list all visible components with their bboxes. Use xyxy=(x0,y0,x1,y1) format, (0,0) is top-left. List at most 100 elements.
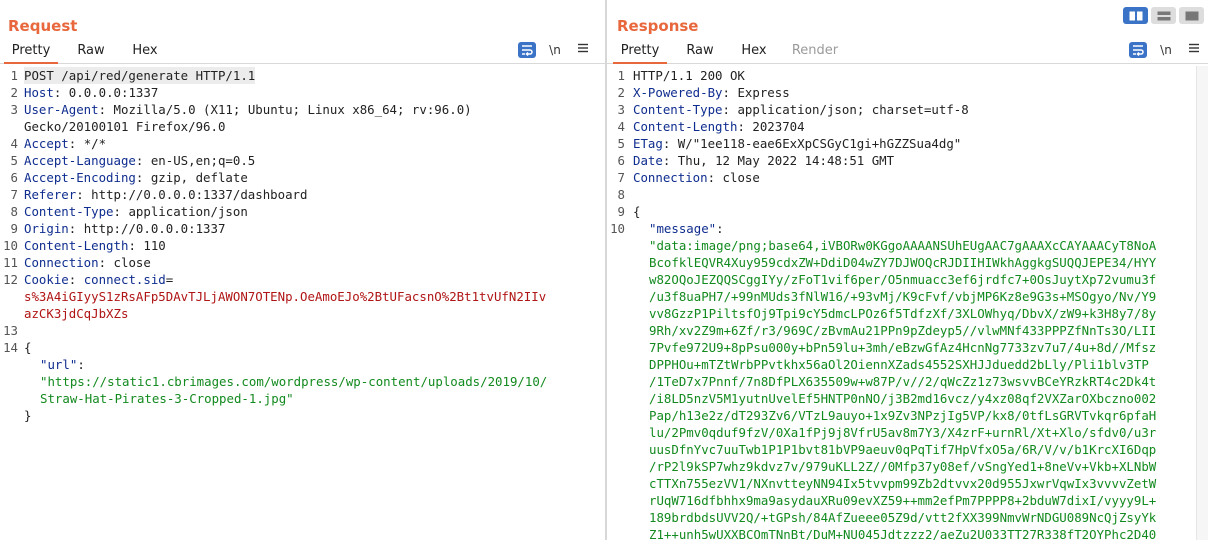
base64-image-data: /i8LD5nzV5M1yutnUvelEf5HNTP0nNO/j3B2md16… xyxy=(649,391,1157,406)
code-line: Accept: */* xyxy=(24,135,106,152)
code-line: Origin: http://0.0.0.0:1337 xyxy=(24,220,225,237)
base64-image-data: DPPHOu+mTZtWrbPPvtkhx56aOl2OiennXZads455… xyxy=(649,357,1149,372)
response-tab-pretty[interactable]: Pretty xyxy=(613,38,667,64)
header-name: X-Powered-By xyxy=(633,85,723,100)
header-value: Thu, 12 May 2022 14:48:51 GMT xyxy=(670,153,895,168)
code-line: Content-Type: application/json xyxy=(24,203,248,220)
base64-image-data: 9Rh/xv2Z9m+6Zf/r3/969C/zBvmAu21PPn9pZdey… xyxy=(649,323,1157,338)
request-editor[interactable]: 1 POST /api/red/generate HTTP/1.1 2 Host: 0… xyxy=(0,66,605,540)
code-line: Connection: close xyxy=(633,169,760,186)
base64-image-data: rUqW716dfbhhx9ma9asydauXRu09evXZ59++mm2e… xyxy=(649,493,1157,508)
code-line: Referer: http://0.0.0.0:1337/dashboard xyxy=(24,186,307,203)
base64-image-data: /1TeD7x7Pnnf/7n8DfPLX635509w+w87P/v//2/q… xyxy=(649,374,1157,389)
line-number: 1 xyxy=(10,68,18,83)
header-name: Content-Length xyxy=(633,119,738,134)
response-menu-button[interactable] xyxy=(1185,42,1203,58)
code-line: POST /api/red/generate HTTP/1.1 xyxy=(24,67,256,84)
code-line: /u3f8uaPH7/+99nMUds3fNlW16/+93vMj/K9cFvf… xyxy=(649,288,1156,305)
response-newline-toggle-button[interactable]: \n xyxy=(1157,42,1175,58)
code-line: } xyxy=(24,407,31,424)
base64-image-data: 189brdbdsUVV2Q/+tGPsh/84AfZueee05Z9d/vtt… xyxy=(649,510,1157,525)
code-line: Cookie: connect.sid= xyxy=(24,271,173,288)
line-number: 14 xyxy=(3,340,18,355)
code-line: BcofklEQVR4Xuy959cdxZW+DdiD04wZY7DJWOQcR… xyxy=(649,254,1156,271)
header-value: Mozilla/5.0 (X11; Ubuntu; Linux x86_64; … xyxy=(106,102,472,117)
code-line: w82OQoJEZQQSCggIYy/zFoT1vif6per/O5nmuacc… xyxy=(649,271,1156,288)
response-tab-raw[interactable]: Raw xyxy=(679,38,721,64)
response-wrap-lines-button[interactable] xyxy=(1129,42,1147,58)
line-number: 4 xyxy=(10,136,18,151)
response-title: Response xyxy=(617,17,699,35)
header-value: gzip, deflate xyxy=(143,170,248,185)
layout-side-by-side-button[interactable] xyxy=(1123,7,1148,24)
layout-stacked-button[interactable] xyxy=(1151,7,1176,24)
header-value: application/json; charset=utf-8 xyxy=(730,102,969,117)
header-value-wrap: Gecko/20100101 Firefox/96.0 xyxy=(24,119,226,134)
response-scrollbar[interactable] xyxy=(1196,66,1208,540)
header-colon: : xyxy=(737,119,745,134)
base64-image-data: Pap/h13e2z/dT293Zv6/VTzL9auyo+1x9Zv3NPzj… xyxy=(649,408,1157,423)
request-tab-hex[interactable]: Hex xyxy=(124,38,166,64)
header-colon: : xyxy=(722,85,730,100)
header-name: Content-Type xyxy=(24,204,114,219)
request-tab-raw[interactable]: Raw xyxy=(70,38,112,64)
base64-image-data: w82OQoJEZQQSCggIYy/zFoT1vif6per/O5nmuacc… xyxy=(649,272,1157,287)
layout-tabs-button[interactable] xyxy=(1179,7,1204,24)
code-line: Content-Length: 110 xyxy=(24,237,166,254)
wrap-lines-icon xyxy=(1133,45,1144,57)
hamburger-menu-icon xyxy=(578,43,588,53)
code-line: { xyxy=(24,339,31,356)
header-value: */* xyxy=(76,136,107,151)
header-name: User-Agent xyxy=(24,102,99,117)
code-line: ETag: W/"1ee118-eae6ExXpCSGyC1gi+hGZZSua… xyxy=(633,135,961,152)
wrap-lines-button[interactable] xyxy=(518,42,536,58)
code-line: Z1++unh5wUXXBCOmTNnBt/DuM+NU045Jdtzzz2/a… xyxy=(649,526,1156,540)
base64-image-data: "data:image/png;base64,iVBORw0KGgoAAAANS… xyxy=(649,238,1157,253)
response-tab-hex[interactable]: Hex xyxy=(733,38,775,64)
request-pane: Request Pretty Raw Hex \n 1 POST /api/red… xyxy=(0,0,605,540)
code-line: 189brdbdsUVV2Q/+tGPsh/84AfZueee05Z9d/vtt… xyxy=(649,509,1156,526)
wrap-lines-icon xyxy=(522,45,533,57)
request-menu-button[interactable] xyxy=(574,42,592,58)
code-line: Accept-Language: en-US,en;q=0.5 xyxy=(24,152,255,169)
code-line: X-Powered-By: Express xyxy=(633,84,790,101)
code-line: Host: 0.0.0.0:1337 xyxy=(24,84,158,101)
line-number: 2 xyxy=(617,85,625,100)
response-editor[interactable]: 1 HTTP/1.1 200 OK 2 X-Powered-By: Express 3 C… xyxy=(607,66,1208,540)
base64-image-data: 7Pvfe972U9+8pPsu000y+bPn59lu+3mh/eBzwGfA… xyxy=(649,340,1157,355)
json-url-value: "https://static1.cbrimages.com/wordpress… xyxy=(40,374,548,389)
json-open-brace: { xyxy=(24,340,32,355)
code-line: "url": xyxy=(40,356,85,373)
newline-toggle-button[interactable]: \n xyxy=(546,42,564,58)
rows-icon xyxy=(1157,11,1170,20)
code-line: cTTXn755ezVV1/NXnvtteyNN94Ix5tvvpm99Zb2d… xyxy=(649,475,1156,492)
code-line: azCK3jdCqJbXZs xyxy=(24,305,128,322)
base64-image-data: Z1++unh5wUXXBCOmTNnBt/DuM+NU045Jdtzzz2/a… xyxy=(649,527,1157,540)
line-number: 12 xyxy=(3,272,18,287)
code-line: Connection: close xyxy=(24,254,151,271)
code-line: User-Agent: Mozilla/5.0 (X11; Ubuntu; Li… xyxy=(24,101,472,118)
request-tab-pretty[interactable]: Pretty xyxy=(4,38,58,64)
header-name: Accept-Encoding xyxy=(24,170,136,185)
line-number: 6 xyxy=(10,170,18,185)
code-line: HTTP/1.1 200 OK xyxy=(633,67,745,84)
header-name: Accept xyxy=(24,136,69,151)
header-name: Origin xyxy=(24,221,69,236)
cookie-value: s%3A4iGIyyS1zRsAFp5DAvTJLjAWON7OTENp.OeA… xyxy=(24,289,547,304)
single-pane-icon xyxy=(1185,11,1198,20)
header-colon: : xyxy=(98,102,107,117)
header-name: Connection xyxy=(24,255,99,270)
base64-image-data: /u3f8uaPH7/+99nMUds3fNlW16/+93vMj/K9cFvf… xyxy=(649,289,1157,304)
line-number: 11 xyxy=(3,255,18,270)
code-line: Accept-Encoding: gzip, deflate xyxy=(24,169,248,186)
code-line: rUqW716dfbhhx9ma9asydauXRu09evXZ59++mm2e… xyxy=(649,492,1156,509)
code-line: lu/2Pmv0qduf9fzV/0Xa1fPj9j8VfrU5av8m7Y3/… xyxy=(649,424,1156,441)
response-tab-render[interactable]: Render xyxy=(787,38,843,64)
cookie-equals: = xyxy=(165,272,174,287)
line-number: 9 xyxy=(617,204,625,219)
code-line: { xyxy=(633,203,640,220)
line-number: 7 xyxy=(617,170,625,185)
line-number: 3 xyxy=(10,102,18,117)
header-name: Accept-Language xyxy=(24,153,136,168)
base64-image-data: vv8GzzP1PiltsfOj9Tpi9cY5dmcLPOz6f5TdfzXf… xyxy=(649,306,1157,321)
